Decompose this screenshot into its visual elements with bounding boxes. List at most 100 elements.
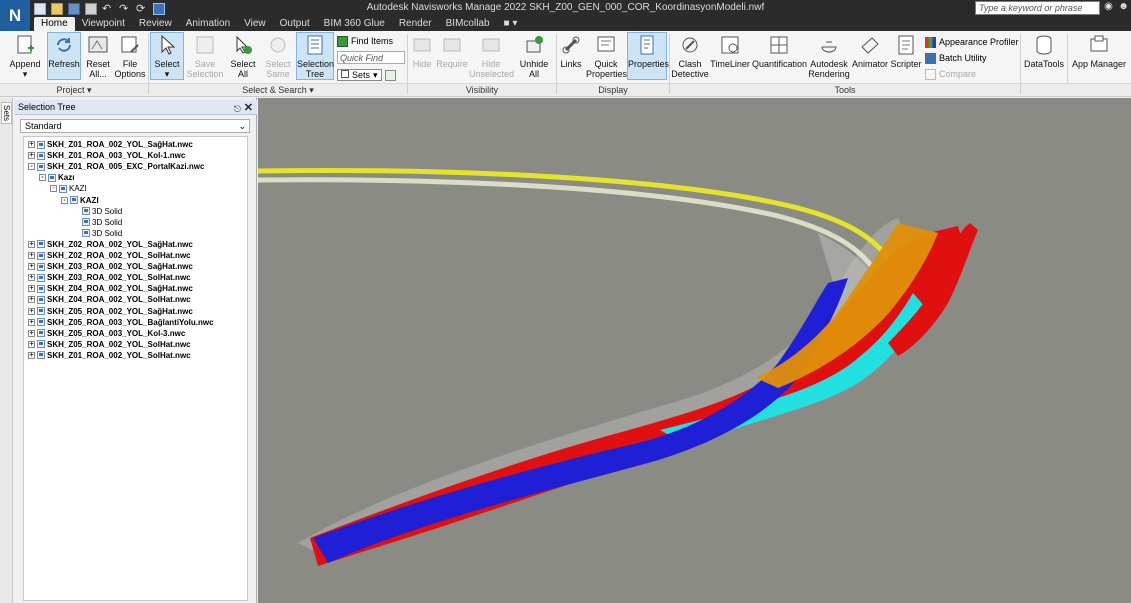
tab-render[interactable]: Render [392, 17, 439, 31]
binoculars-icon[interactable]: ◉ [1102, 1, 1115, 15]
select-same-button[interactable]: Select Same [262, 33, 294, 85]
sets-side-tab[interactable]: Sets [1, 102, 12, 124]
help-search-input[interactable]: Type a keyword or phrase [975, 1, 1100, 15]
reset-all-button[interactable]: Reset All... [84, 33, 112, 85]
tree-node[interactable]: + SKH_Z01_ROA_002_YOL_SolHat.nwc [28, 350, 191, 361]
file-options-button[interactable]: File Options [113, 33, 147, 85]
hide-unselected-button[interactable]: Hide Unselected [469, 33, 514, 85]
tree-node[interactable]: + SKH_Z03_ROA_002_YOL_SağHat.nwc [28, 261, 193, 272]
links-button[interactable]: Links [558, 33, 584, 85]
expand-icon[interactable]: + [28, 152, 35, 160]
clash-detective-button[interactable]: Clash Detective [671, 33, 709, 85]
3d-viewport[interactable] [258, 98, 1131, 603]
expand-icon[interactable]: + [28, 351, 35, 359]
batch-utility-button[interactable]: Batch Utility [925, 51, 987, 65]
tab-bimcollab[interactable]: BIMcollab [439, 17, 497, 31]
selection-tree-button[interactable]: Selection Tree [296, 32, 334, 80]
expand-icon[interactable]: + [28, 307, 35, 315]
sets-dropdown[interactable]: Sets ▾ [337, 68, 396, 82]
datatools-button[interactable]: DataTools [1023, 33, 1065, 85]
expand-icon[interactable]: + [28, 252, 35, 259]
tree-node[interactable]: + SKH_Z05_ROA_003_YOL_BağlantiYolu.nwc [28, 317, 214, 328]
tab-review[interactable]: Review [132, 17, 179, 31]
tree-node[interactable]: - Kazı [39, 172, 74, 183]
model-scene[interactable] [258, 98, 1131, 603]
tree-node[interactable]: - SKH_Z01_ROA_005_EXC_PortalKazi.nwc [28, 161, 204, 172]
white-alignment[interactable] [258, 177, 875, 270]
tree-node[interactable]: + SKH_Z05_ROA_003_YOL_Kol-3.nwc [28, 328, 185, 339]
animator-button[interactable]: Animator [852, 33, 888, 85]
group-label-select-search[interactable]: Select & Search ▾ [149, 83, 407, 96]
app-manager-button[interactable]: App Manager [1070, 33, 1128, 85]
group-label-project[interactable]: Project ▾ [0, 83, 148, 96]
collapse-icon[interactable]: - [61, 196, 68, 204]
hide-button[interactable]: Hide [409, 33, 435, 85]
tree-node[interactable]: + SKH_Z01_ROA_002_YOL_SağHat.nwc [28, 139, 193, 150]
quick-find-input[interactable]: Quick Find [337, 51, 405, 64]
collapse-icon[interactable]: - [39, 174, 46, 182]
properties-button[interactable]: Properties [627, 32, 669, 80]
quick-properties-button[interactable]: Quick Properties [586, 33, 627, 85]
refresh-button[interactable]: Refresh [47, 32, 81, 80]
collapse-icon[interactable]: - [50, 185, 57, 193]
unhide-all-button[interactable]: Unhide All [516, 33, 552, 85]
select-button[interactable]: Select ▾ [150, 32, 184, 80]
expand-icon[interactable]: + [28, 296, 35, 304]
expand-icon[interactable]: + [28, 340, 35, 348]
file-node-icon [37, 262, 45, 271]
ribbon-options-icon[interactable]: ■ ▾ [497, 17, 525, 31]
tab-view[interactable]: View [237, 17, 273, 31]
expand-icon[interactable]: + [28, 274, 35, 282]
quantification-button[interactable]: Quantification [752, 33, 807, 85]
find-items-icon [337, 35, 348, 47]
tab-animation[interactable]: Animation [179, 17, 237, 31]
find-items-button[interactable]: Find Items [337, 34, 393, 48]
appearance-profiler-button[interactable]: Appearance Profiler [925, 35, 1019, 49]
select-all-button[interactable]: Select All [227, 33, 259, 85]
tree-node[interactable]: - KAZI [61, 195, 99, 206]
tree-node[interactable]: + SKH_Z05_ROA_002_YOL_SağHat.nwc [28, 306, 193, 317]
tree-node[interactable]: 3D Solid [72, 217, 122, 228]
tree-node[interactable]: + SKH_Z05_ROA_002_YOL_SolHat.nwc [28, 339, 191, 350]
timeliner-button[interactable]: TimeLiner [710, 33, 750, 85]
expand-icon[interactable]: + [28, 285, 35, 293]
tab-bim360-glue[interactable]: BIM 360 Glue [317, 17, 392, 31]
autodesk-rendering-button[interactable]: Autodesk Rendering [808, 33, 850, 85]
expand-icon[interactable]: + [28, 240, 35, 248]
tab-output[interactable]: Output [273, 17, 317, 31]
tree-node[interactable]: + SKH_Z04_ROA_002_YOL_SolHat.nwc [28, 294, 191, 305]
tab-home[interactable]: Home [34, 17, 75, 31]
tree-node[interactable]: + SKH_Z02_ROA_002_YOL_SağHat.nwc [28, 239, 193, 250]
tab-viewpoint[interactable]: Viewpoint [75, 17, 132, 31]
tree-node[interactable]: 3D Solid [72, 206, 122, 217]
tree-node[interactable]: + SKH_Z03_ROA_002_YOL_SolHat.nwc [28, 272, 191, 283]
user-icon[interactable]: ☻ [1117, 1, 1130, 15]
expand-icon[interactable]: + [28, 318, 35, 326]
manage-sets-icon[interactable] [384, 69, 396, 81]
append-icon [17, 35, 34, 54]
tree-node[interactable]: + SKH_Z02_ROA_002_YOL_SolHat.nwc [28, 250, 191, 261]
save-selection-button[interactable]: Save Selection [186, 33, 224, 85]
append-button[interactable]: Append ▾ [6, 33, 44, 85]
pin-icon[interactable]: ⎋ [234, 102, 241, 117]
collapse-icon[interactable]: - [28, 163, 35, 171]
tree-node[interactable]: + SKH_Z01_ROA_003_YOL_Kol-1.nwc [28, 150, 185, 161]
require-button[interactable]: Require [436, 33, 468, 85]
batch-utility-icon [925, 52, 936, 64]
group-label-display: Display [557, 83, 669, 96]
close-icon[interactable]: ✕ [244, 101, 253, 116]
yellow-alignment[interactable] [258, 167, 890, 260]
tree-node[interactable]: - KAZI [50, 183, 87, 194]
tree-node[interactable]: 3D Solid [72, 228, 122, 239]
expand-icon[interactable]: + [28, 141, 35, 148]
blue-road[interactable] [313, 278, 848, 563]
scripter-button[interactable]: Scripter [889, 33, 923, 85]
tree-node[interactable]: + SKH_Z04_ROA_002_YOL_SağHat.nwc [28, 283, 193, 294]
expand-icon[interactable]: + [28, 263, 35, 271]
tree-view-dropdown[interactable]: Standard ⌄ [20, 119, 250, 133]
compare-button[interactable]: Compare [925, 67, 976, 81]
file-node-icon [37, 295, 45, 304]
tree-node-label: SKH_Z05_ROA_002_YOL_SolHat.nwc [47, 339, 191, 349]
expand-icon[interactable]: + [28, 329, 35, 337]
application-menu-button[interactable]: N [0, 0, 30, 31]
